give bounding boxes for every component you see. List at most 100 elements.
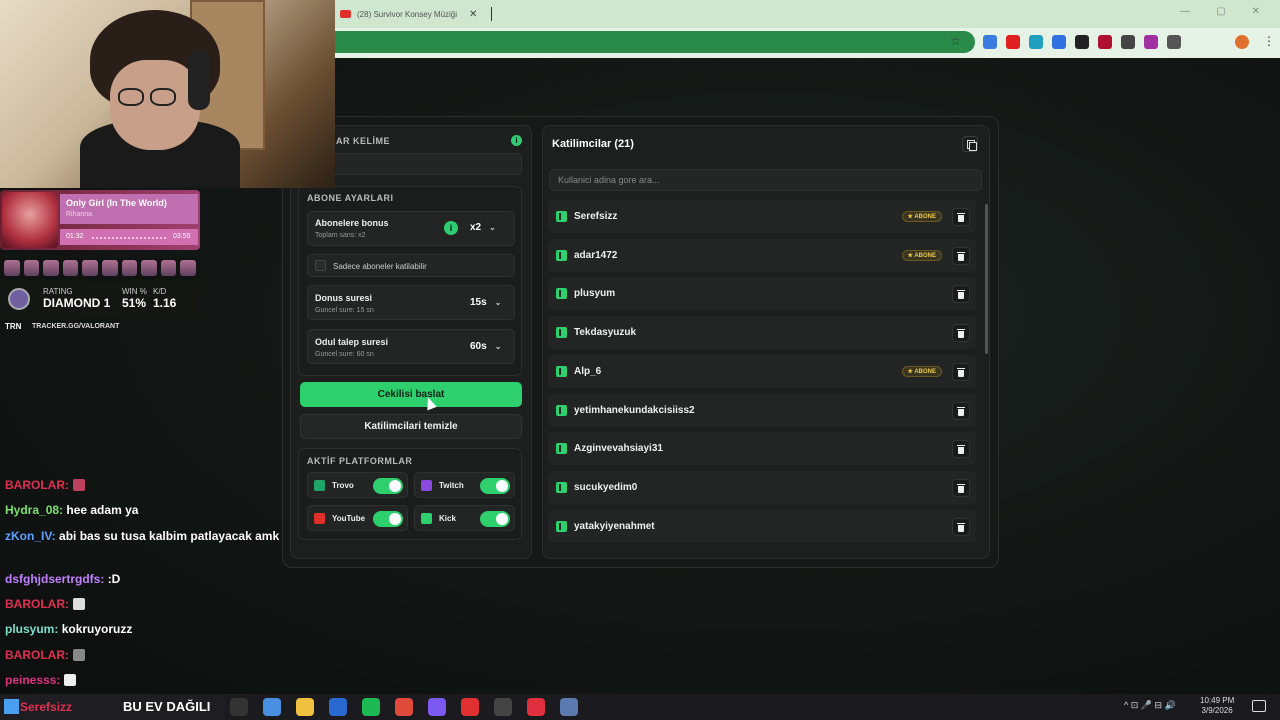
glasses-right xyxy=(150,88,176,106)
song-artist: Rihanna xyxy=(66,211,93,218)
taskbar-app-icon[interactable] xyxy=(560,698,578,716)
keyword-title: AR KELİME xyxy=(336,136,390,146)
youtube-toggle[interactable] xyxy=(373,511,403,527)
duration-select[interactable]: 15s ⌄ xyxy=(470,297,501,308)
taskbar-app-icon[interactable] xyxy=(362,698,380,716)
claim-select[interactable]: 60s ⌄ xyxy=(470,341,501,352)
extension-icon[interactable] xyxy=(1144,35,1158,49)
tab-title: (28) Survivor Konsey Müziği xyxy=(357,9,458,19)
claim-label: Odul talep suresi xyxy=(315,337,389,347)
browser-tab[interactable]: (28) Survivor Konsey Müziği ✕ xyxy=(340,0,500,28)
rank-icon xyxy=(101,260,118,276)
bonus-select[interactable]: x2 ⌄ xyxy=(470,222,496,233)
clock[interactable]: 10:49 PM 3/9/2026 xyxy=(1200,696,1234,716)
trash-icon[interactable] xyxy=(952,208,970,226)
participant-list: Serefsizz ★ ABONE adar1472 ★ ABONE plusyum Te… xyxy=(548,200,978,552)
extension-icon[interactable] xyxy=(1098,35,1112,49)
trash-icon[interactable] xyxy=(952,401,970,420)
bonus-info-icon[interactable]: i xyxy=(444,221,458,235)
taskbar-app-icon[interactable] xyxy=(428,698,446,716)
kick-icon xyxy=(556,481,567,493)
platform-trovo: Trovo xyxy=(307,472,408,498)
address-bar[interactable] xyxy=(335,31,975,53)
extension-icon[interactable] xyxy=(983,35,997,49)
only-subs-row[interactable]: Sadece aboneler katilabilir xyxy=(307,254,515,277)
chat-text: :D xyxy=(107,572,121,586)
participant-row: Tekdasyuzuk xyxy=(548,316,976,350)
extension-icon[interactable] xyxy=(1075,35,1089,49)
system-tray[interactable]: ^ ⊡ 🎤 ⊟ 🔊 xyxy=(1124,700,1176,711)
windows-icon[interactable] xyxy=(4,699,19,714)
taskbar-app-icon[interactable] xyxy=(296,698,314,716)
taskbar-app-icon[interactable] xyxy=(263,698,281,716)
subscriber-badge: ★ ABONE xyxy=(901,365,942,377)
tracker-url: TRACKER.GG/VALORANT xyxy=(32,323,120,330)
emote-icon xyxy=(64,674,77,686)
chat-message: peinesss: xyxy=(5,671,285,689)
taskbar-app-icon[interactable] xyxy=(329,698,347,716)
trovo-toggle[interactable] xyxy=(373,478,403,494)
notification-icon[interactable] xyxy=(1252,700,1266,712)
participant-name: plusyum xyxy=(574,288,616,300)
song-length: 03:55 xyxy=(173,233,191,240)
subscriber-badge: ★ ABONE xyxy=(901,211,942,222)
taskbar-app-icon[interactable] xyxy=(527,698,545,716)
close-window-button[interactable]: ✕ xyxy=(1252,6,1260,17)
info-icon[interactable]: i xyxy=(511,135,522,146)
headset xyxy=(188,50,210,110)
extension-icon[interactable] xyxy=(1121,35,1135,49)
clear-participants-button[interactable]: Katilimcilari temizle xyxy=(300,414,522,439)
chat-user: plusyum: xyxy=(5,622,59,636)
bookmark-star-icon[interactable]: ☆ xyxy=(950,34,961,48)
start-giveaway-button[interactable]: Cekilisi baslat xyxy=(300,382,522,407)
rank-icon xyxy=(121,260,138,276)
taskbar-app-icon[interactable] xyxy=(230,698,248,716)
subscriber-settings-title: ABONE AYARLARI xyxy=(307,193,394,203)
platform-twitch: Twitch xyxy=(414,472,515,498)
chat-message: BAROLAR: xyxy=(5,476,285,494)
participant-name: Serefsizz xyxy=(574,211,618,222)
chevron-down-icon: ⌄ xyxy=(494,298,502,307)
duration-sub: Guncel sure: 15 sn xyxy=(315,307,374,314)
chat-user: BAROLAR: xyxy=(5,597,69,611)
maximize-button[interactable]: ▢ xyxy=(1216,6,1225,17)
trash-icon[interactable] xyxy=(952,478,970,497)
youtube-icon xyxy=(314,513,325,524)
only-subs-checkbox[interactable] xyxy=(315,260,326,271)
taskbar-app-icon[interactable] xyxy=(461,698,479,716)
trash-icon[interactable] xyxy=(952,285,970,304)
claim-value: 60s xyxy=(470,341,487,352)
browser-menu-icon[interactable]: ⋮ xyxy=(1263,34,1275,48)
list-scrollbar[interactable] xyxy=(985,204,988,354)
profile-avatar[interactable] xyxy=(1235,35,1249,49)
taskbar-app-icon[interactable] xyxy=(494,698,512,716)
kick-toggle[interactable] xyxy=(480,511,510,527)
clock-date: 3/9/2026 xyxy=(1201,706,1233,715)
copy-icon[interactable] xyxy=(962,136,978,152)
rank-icon xyxy=(23,260,40,276)
album-cover xyxy=(2,192,58,248)
trash-icon[interactable] xyxy=(952,362,970,381)
participant-search-input[interactable] xyxy=(549,169,982,191)
trash-icon[interactable] xyxy=(952,246,970,265)
trash-icon[interactable] xyxy=(952,440,970,459)
chat-user: zKon_IV: xyxy=(5,529,56,543)
extension-icon[interactable] xyxy=(1167,35,1181,49)
participant-row: Alp_6 ★ ABONE xyxy=(548,354,976,388)
rating-label: RATING xyxy=(43,287,73,296)
trash-icon[interactable] xyxy=(952,517,970,536)
trash-icon[interactable] xyxy=(952,324,970,343)
claim-sub: Guncel sure: 60 sn xyxy=(315,351,374,358)
tab-close-icon[interactable]: ✕ xyxy=(469,9,477,20)
extension-icon[interactable] xyxy=(1006,35,1020,49)
extension-icon[interactable] xyxy=(1052,35,1066,49)
rank-icon xyxy=(43,260,59,276)
minimize-button[interactable]: — xyxy=(1180,6,1190,17)
kick-icon xyxy=(556,249,567,261)
song-current-time: 01:32 xyxy=(66,233,84,240)
subscriber-bonus-sub: Toplam sans: x2 xyxy=(315,232,366,239)
kick-icon xyxy=(556,365,567,377)
extension-icon[interactable] xyxy=(1029,35,1043,49)
taskbar-app-icon[interactable] xyxy=(395,698,413,716)
twitch-toggle[interactable] xyxy=(480,478,510,494)
